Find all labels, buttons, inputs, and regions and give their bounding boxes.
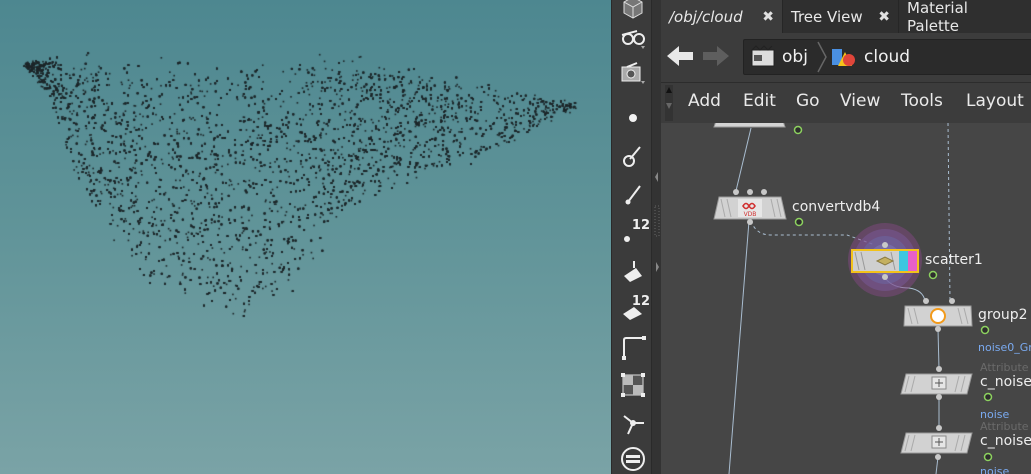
tab-material-palette[interactable]: Material Palette [899,0,1031,35]
pane-tabs: /obj/cloud ✖ Tree View ✖ Material Palett… [661,0,1031,35]
snapshot-icon[interactable] [618,58,648,88]
node-label-convertvdb4: convertvdb4 [792,199,881,215]
wire [937,328,940,370]
breadcrumb-cloud[interactable]: cloud [830,40,910,74]
node-upstream[interactable] [713,123,803,135]
path-breadcrumb: obj cloud [743,39,1031,75]
wire [728,220,750,474]
node-type-hint: Attribute [980,420,1029,433]
network-graph: VDB [713,123,993,474]
point-numbers-icon[interactable]: 12 [618,218,650,248]
checker-icon[interactable] [618,370,648,400]
network-menu-bar: Add Edit Go View Tools Layout [661,82,1031,124]
menu-edit[interactable]: Edit [743,91,776,111]
prim-numbers-badge: 12 [631,294,650,309]
close-icon[interactable]: ✖ [878,9,890,25]
node-label-group2: group2 [978,307,1028,323]
tab-label: Tree View [791,7,863,26]
curve-tool-icon[interactable] [618,332,648,362]
node-label-scatter1: scatter1 [925,252,983,268]
node-c-noise1[interactable] [900,425,993,462]
view-cube-icon[interactable] [618,0,648,22]
forward-arrow-icon[interactable] [701,43,731,69]
breadcrumb-label: obj [782,47,808,67]
geometry-shapes-icon [832,49,855,66]
menu-view[interactable]: View [840,91,880,111]
camera-glasses-icon[interactable] [618,22,648,52]
menu-layout[interactable]: Layout [966,91,1024,111]
tab-tree-view[interactable]: Tree View ✖ [783,0,899,33]
breadcrumb-obj[interactable]: obj [750,40,808,74]
tab-label: Material Palette [907,0,968,35]
display-options-icon[interactable] [618,444,648,474]
path-bar: obj cloud [661,33,1031,80]
menu-tools[interactable]: Tools [901,91,943,111]
close-icon[interactable]: ✖ [762,9,774,25]
transform-handle-icon[interactable] [618,408,648,438]
pane-pin-strip[interactable] [665,85,673,121]
pen-tool-icon[interactable] [618,180,648,210]
node-label-c-noise: c_noise [980,374,1031,390]
wire [734,127,752,196]
brush-tool-icon[interactable] [618,141,648,171]
breadcrumb-label: cloud [864,47,911,67]
point-display-icon[interactable] [618,103,648,133]
menu-add[interactable]: Add [688,91,721,111]
chevron-right-icon [817,41,827,73]
point-numbers-badge: 12 [631,218,650,233]
node-c-noise[interactable] [900,366,993,402]
viewport-tool-shelf: 12 12 [611,0,652,474]
node-scatter1[interactable] [848,223,938,297]
back-arrow-icon[interactable] [665,43,695,69]
prim-display-icon[interactable] [618,256,648,286]
clapper-icon [751,45,775,67]
point-cloud [0,0,611,474]
node-group2[interactable] [903,298,990,335]
prim-numbers-icon[interactable]: 12 [618,294,650,324]
node-attribute-name: noise [980,465,1010,474]
tab-label: /obj/cloud [669,7,743,26]
network-canvas[interactable]: VDB convertvdb4 scatter1 group2 noise0_G… [661,123,1031,474]
tab-obj-cloud[interactable]: /obj/cloud ✖ [661,0,783,33]
node-type-hint: Attribute [980,361,1029,374]
node-label-c-noise1: c_noise1 [980,433,1031,449]
3d-viewport[interactable] [0,0,611,474]
vdb-badge: VDB [744,211,757,218]
node-group-name: noise0_Gr [978,341,1031,354]
node-convertvdb4[interactable]: VDB [713,189,804,227]
menu-go[interactable]: Go [796,91,820,111]
wire [947,123,951,302]
network-editor-pane: /obj/cloud ✖ Tree View ✖ Material Palett… [661,0,1031,474]
